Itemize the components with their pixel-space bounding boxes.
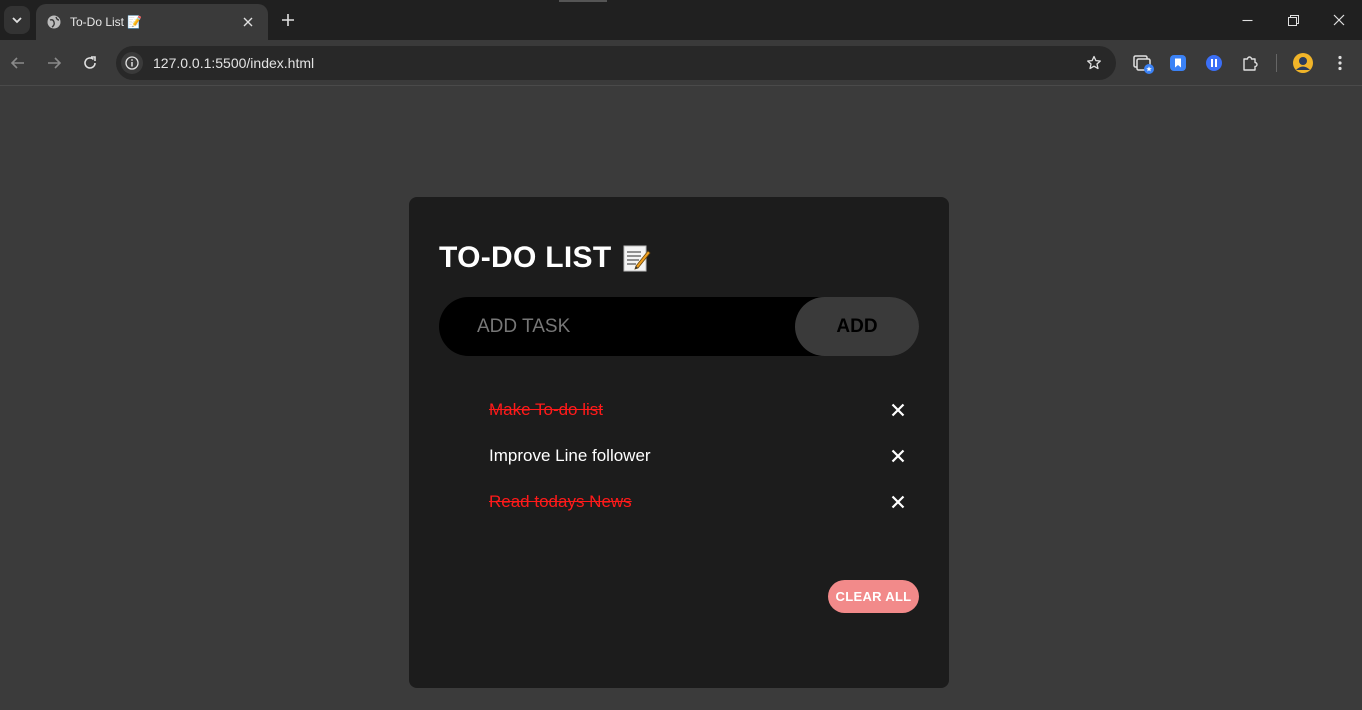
close-icon: [1333, 14, 1345, 26]
address-bar[interactable]: 127.0.0.1:5500/index.html: [116, 46, 1116, 80]
reload-icon: [84, 56, 96, 69]
task-text[interactable]: Improve Line follower: [489, 446, 651, 466]
url-text[interactable]: 127.0.0.1:5500/index.html: [153, 55, 1080, 71]
delete-task-icon[interactable]: [887, 399, 909, 421]
task-text[interactable]: Read todays News: [489, 492, 632, 512]
profile-avatar[interactable]: [1291, 51, 1315, 75]
toolbar-divider: [1276, 54, 1277, 72]
tab-title: To-Do List 📝: [70, 15, 143, 29]
pause-extension-icon[interactable]: [1202, 51, 1226, 75]
restore-button[interactable]: [1270, 0, 1316, 40]
add-task-row: ADD: [439, 297, 919, 356]
forward-arrow-icon: [48, 57, 62, 69]
tab-strip: To-Do List 📝: [0, 0, 1362, 40]
task-item[interactable]: Read todays News: [489, 479, 909, 525]
tab-search-button[interactable]: [4, 6, 30, 34]
clear-all-button[interactable]: CLEAR ALL: [828, 580, 919, 613]
window-notch: [559, 0, 607, 2]
browser-tab[interactable]: To-Do List 📝: [36, 4, 268, 40]
task-item[interactable]: Make To-do list: [489, 387, 909, 433]
globe-icon: [46, 14, 62, 30]
forward-button[interactable]: [40, 49, 68, 77]
minimize-icon: [1242, 19, 1252, 21]
browser-toolbar: 127.0.0.1:5500/index.html: [0, 40, 1362, 86]
tab-close-icon[interactable]: [238, 12, 258, 32]
delete-task-icon[interactable]: [887, 491, 909, 513]
new-tab-button[interactable]: [276, 8, 300, 32]
bookmark-extension-icon[interactable]: [1166, 51, 1190, 75]
plus-icon: [282, 14, 294, 26]
minimize-button[interactable]: [1224, 0, 1270, 40]
add-task-input[interactable]: [439, 297, 795, 356]
task-list: Make To-do list Improve Line follower Re…: [489, 387, 909, 525]
task-item[interactable]: Improve Line follower: [489, 433, 909, 479]
memo-icon: [621, 243, 651, 273]
window-close-button[interactable]: [1316, 0, 1362, 40]
delete-task-icon[interactable]: [887, 445, 909, 467]
chevron-down-icon: [12, 17, 22, 24]
back-button[interactable]: [4, 49, 32, 77]
tab-manager-extension-icon[interactable]: [1131, 51, 1155, 75]
page-title: TO-DO LIST: [439, 241, 612, 274]
bookmark-star-icon[interactable]: [1080, 49, 1108, 77]
todo-heading: TO-DO LIST: [439, 241, 651, 275]
back-arrow-icon: [10, 57, 24, 69]
task-text[interactable]: Make To-do list: [489, 400, 603, 420]
more-menu-icon[interactable]: [1328, 51, 1352, 75]
site-info-icon[interactable]: [121, 52, 143, 74]
reload-button[interactable]: [76, 49, 104, 77]
todo-card: TO-DO LIST ADD Make To-do list Improve L…: [409, 197, 949, 688]
restore-icon: [1287, 14, 1299, 26]
add-button[interactable]: ADD: [795, 297, 919, 356]
extensions-puzzle-icon[interactable]: [1238, 51, 1262, 75]
